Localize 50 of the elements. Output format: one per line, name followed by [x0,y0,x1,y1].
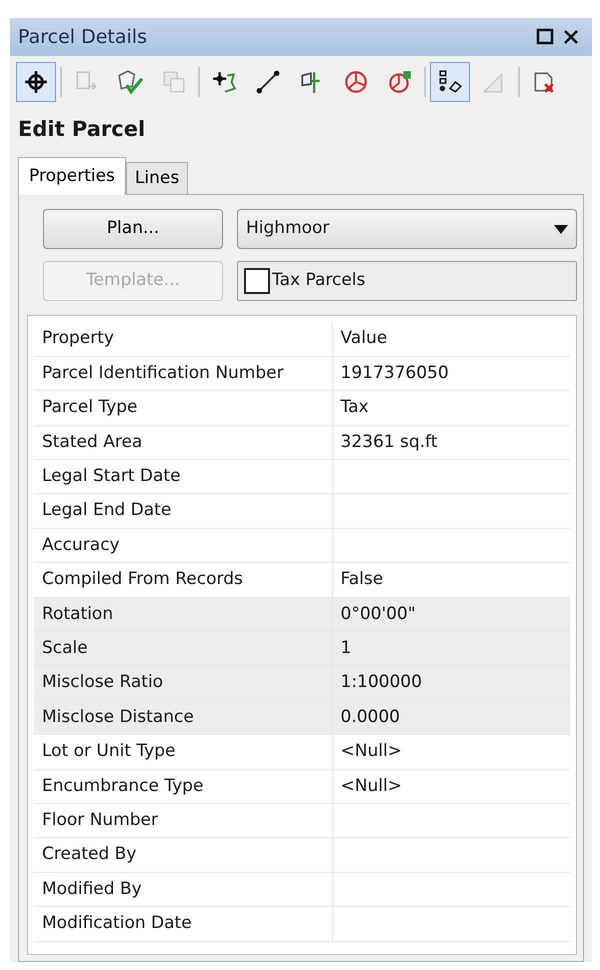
property-value: 1:100000 [332,666,570,700]
checkbox[interactable] [244,268,270,294]
window-title: Parcel Details [18,24,147,50]
document-check-icon [117,69,143,95]
column-header: Property [34,322,332,356]
property-name: Scale [34,632,332,666]
crosshair-icon [23,69,49,95]
property-name: Misclose Ratio [34,666,332,700]
property-name: Parcel Type [34,390,332,426]
tab[interactable]: Properties [18,156,126,195]
property-value: Tax [332,390,570,426]
property-name: Modification Date [34,906,332,942]
close-icon [562,28,580,46]
template-field[interactable]: Tax Parcels [237,261,577,301]
toolbar-button[interactable] [16,62,56,102]
property-value: 32361 sq.ft [332,425,570,460]
property-name: Legal End Date [34,494,332,528]
pie-plus-icon [387,69,413,95]
property-name: Encumbrance Type [34,769,332,804]
restore-icon [536,28,554,46]
property-value: False [332,562,570,598]
nodes-icon [437,69,463,95]
property-name: Legal Start Date [34,460,332,494]
line-icon [255,69,281,95]
property-name: Created By [34,838,332,872]
property-name: Accuracy [34,528,332,563]
property-value: 0.0000 [332,700,570,735]
property-name: Modified By [34,872,332,907]
property-name: Misclose Distance [34,700,332,735]
property-value: <Null> [332,769,570,804]
section-heading: Edit Parcel [17,116,146,143]
pie-icon [343,69,369,95]
property-name: Rotation [34,597,332,632]
property-name: Stated Area [34,425,332,460]
property-name: Parcel Identification Number [34,356,332,391]
checkbox-label: Tax Parcels [272,269,366,292]
property-value: <Null> [332,734,570,770]
property-name: Floor Number [34,803,332,838]
property-value: 1 [332,632,570,666]
tab[interactable]: Lines [126,162,188,194]
property-value: 1917376050 [332,356,570,391]
toolbar-button[interactable] [430,62,470,102]
dropdown-arrow-icon [554,224,568,234]
property-value: 0°00'00" [332,597,570,632]
plan-button[interactable]: Plan... [43,209,223,249]
property-name: Lot or Unit Type [34,734,332,770]
overlapping-squares-icon [161,69,187,95]
column-header: Value [332,322,570,356]
plan-dropdown[interactable]: Highmoor [237,209,577,249]
property-name: Compiled From Records [34,562,332,598]
